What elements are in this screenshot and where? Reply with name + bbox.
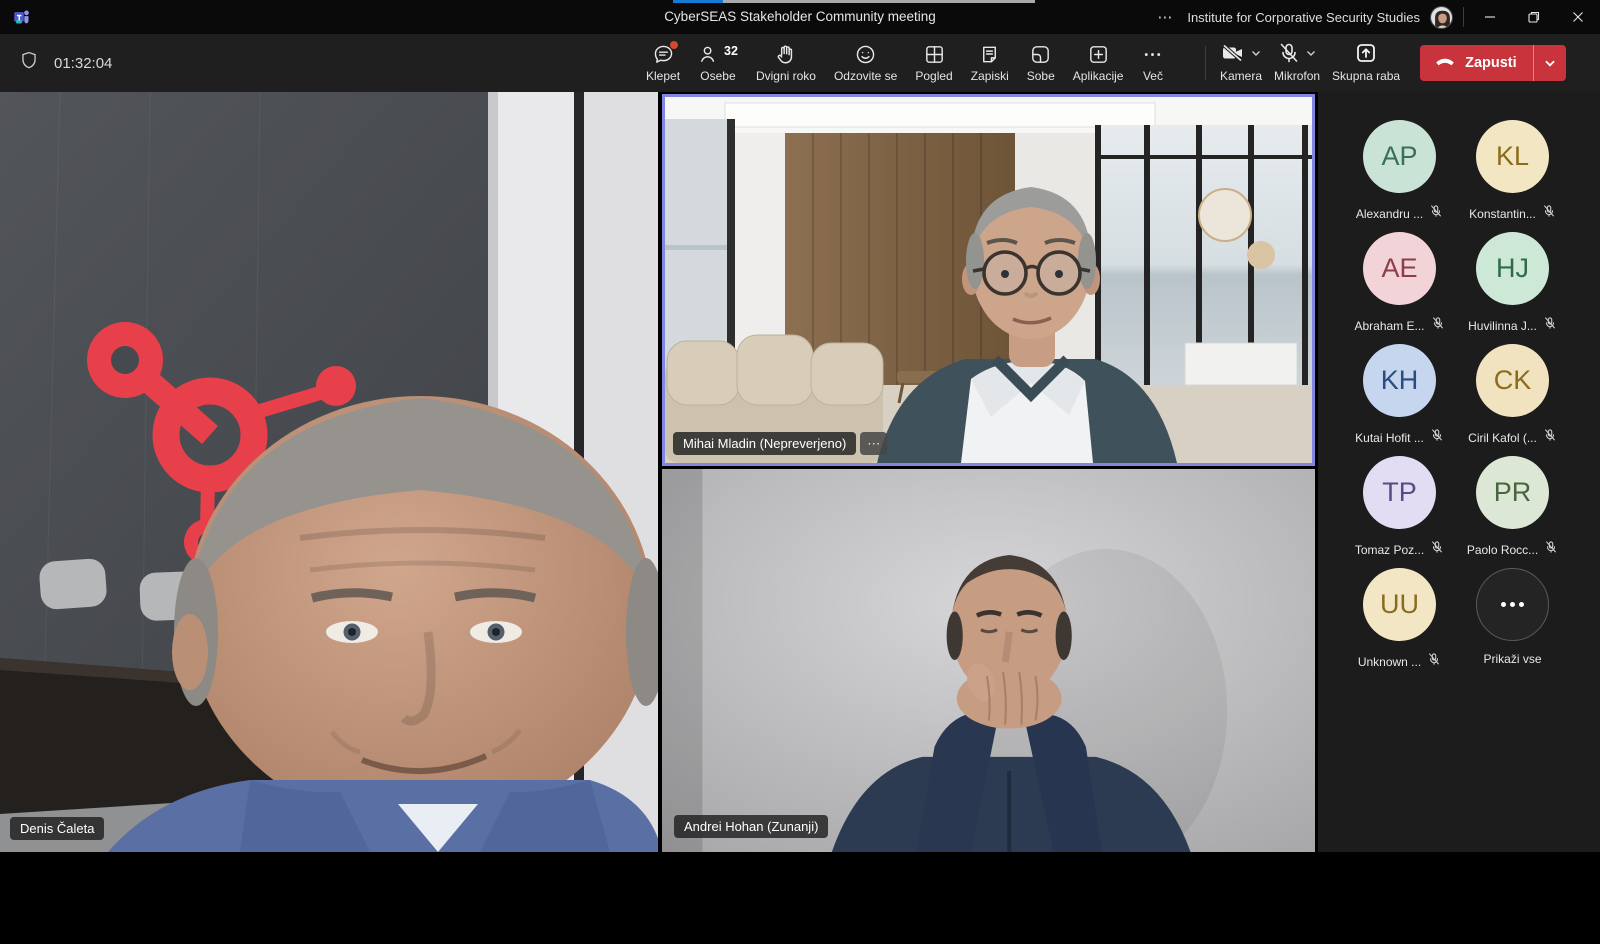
mic-muted-icon: [1430, 428, 1444, 447]
mihai-more-options[interactable]: ⋯: [860, 432, 887, 455]
react-button[interactable]: Odzovite se: [825, 34, 906, 92]
avatar[interactable]: TP: [1363, 456, 1436, 529]
apps-button[interactable]: Aplikacije: [1064, 34, 1133, 92]
people-count: 32: [724, 44, 738, 58]
participant-alexandru[interactable]: AP Alexandru ...: [1343, 120, 1456, 232]
mic-muted-icon: [1544, 540, 1558, 559]
video-tile-mihai[interactable]: Mihai Mladin (Nepreverjeno) ⋯: [662, 94, 1315, 466]
show-all-label: Prikaži vse: [1483, 652, 1541, 666]
avatar[interactable]: UU: [1363, 568, 1436, 641]
titlebar-separator: [1463, 7, 1464, 27]
participant-ciril[interactable]: CK Ciril Kafol (...: [1456, 344, 1569, 456]
participants-sidebar: AP Alexandru ... KL Konstantin... AE Abr…: [1318, 92, 1600, 852]
avatar[interactable]: AP: [1363, 120, 1436, 193]
people-button[interactable]: 32 Osebe: [689, 34, 747, 92]
apps-icon: [1087, 43, 1110, 67]
show-all-participants[interactable]: Prikaži vse: [1456, 568, 1569, 680]
titlebar-overflow-icon[interactable]: ⋯: [1143, 8, 1187, 26]
avatar[interactable]: HJ: [1476, 232, 1549, 305]
participant-name: Abraham E...: [1354, 319, 1424, 333]
avatar[interactable]: CK: [1476, 344, 1549, 417]
microphone-button[interactable]: Mikrofon: [1268, 43, 1326, 83]
toolbar-separator: [1205, 46, 1206, 80]
participant-name: Tomaz Poz...: [1355, 543, 1424, 557]
top-progress-bar-blue: [673, 0, 723, 3]
participant-konstantin[interactable]: KL Konstantin...: [1456, 120, 1569, 232]
share-button[interactable]: Skupna raba: [1326, 43, 1406, 83]
mic-muted-icon: [1431, 316, 1445, 335]
top-progress-bar-gray: [723, 0, 1035, 3]
chat-icon: [652, 43, 675, 67]
participant-unknown[interactable]: UU Unknown ...: [1343, 568, 1456, 680]
react-icon: [854, 43, 877, 67]
participant-name: Alexandru ...: [1356, 207, 1423, 221]
video-tile-denis[interactable]: Denis Čaleta: [0, 92, 658, 852]
avatar[interactable]: KH: [1363, 344, 1436, 417]
participant-kutai[interactable]: KH Kutai Hofit ...: [1343, 344, 1456, 456]
mic-muted-icon: [1430, 540, 1444, 559]
video-tile-andrei[interactable]: Andrei Hohan (Zunanji): [662, 469, 1315, 852]
camera-button[interactable]: Kamera: [1214, 43, 1268, 83]
participant-name: Ciril Kafol (...: [1468, 431, 1537, 445]
andrei-video-feed: [662, 469, 1315, 852]
raise-hand-icon: [774, 43, 797, 67]
account-name[interactable]: Institute for Corporative Security Studi…: [1187, 10, 1420, 25]
mic-muted-icon: [1429, 204, 1443, 223]
chat-badge: [670, 41, 678, 49]
microphone-chevron-icon[interactable]: [1305, 46, 1317, 64]
notes-button[interactable]: Zapiski: [962, 34, 1018, 92]
share-icon: [1354, 41, 1378, 70]
overflow-dots-icon[interactable]: [1476, 568, 1549, 641]
people-icon: [698, 43, 721, 71]
name-label-andrei: Andrei Hohan (Zunanji): [674, 815, 828, 838]
notes-icon: [978, 43, 1001, 67]
minimize-button[interactable]: [1468, 0, 1512, 34]
leave-button[interactable]: Zapusti: [1420, 45, 1566, 81]
mic-off-icon: [1277, 41, 1301, 70]
leave-chevron-icon[interactable]: [1534, 45, 1566, 81]
close-button[interactable]: [1556, 0, 1600, 34]
mihai-video-feed: [665, 97, 1312, 463]
meeting-toolbar: 01:32:04 Klepet 32 Osebe: [0, 34, 1600, 92]
rooms-button[interactable]: Sobe: [1018, 34, 1064, 92]
avatar[interactable]: AE: [1363, 232, 1436, 305]
camera-chevron-icon[interactable]: [1250, 46, 1262, 64]
mic-muted-icon: [1543, 316, 1557, 335]
denis-video-feed: [0, 92, 658, 852]
name-label-denis: Denis Čaleta: [10, 817, 104, 840]
camera-off-icon: [1220, 41, 1246, 70]
mic-muted-icon: [1542, 204, 1556, 223]
participant-name: Kutai Hofit ...: [1355, 431, 1424, 445]
account-avatar[interactable]: [1430, 6, 1453, 29]
avatar[interactable]: KL: [1476, 120, 1549, 193]
participant-name: Huvilinna J...: [1468, 319, 1537, 333]
shield-icon[interactable]: [18, 50, 40, 77]
participant-name: Paolo Rocc...: [1467, 543, 1538, 557]
titlebar: CyberSEAS Stakeholder Community meeting …: [0, 0, 1600, 34]
chat-button[interactable]: Klepet: [637, 34, 689, 92]
raise-hand-button[interactable]: Dvigni roko: [747, 34, 825, 92]
view-button[interactable]: Pogled: [906, 34, 961, 92]
participant-tomaz[interactable]: TP Tomaz Poz...: [1343, 456, 1456, 568]
participant-name: Konstantin...: [1469, 207, 1536, 221]
participant-paolo[interactable]: PR Paolo Rocc...: [1456, 456, 1569, 568]
video-stage: Denis Čaleta: [0, 92, 1318, 852]
mic-muted-icon: [1543, 428, 1557, 447]
avatar[interactable]: PR: [1476, 456, 1549, 529]
more-button[interactable]: Več: [1132, 34, 1173, 92]
restore-button[interactable]: [1512, 0, 1556, 34]
participant-abraham[interactable]: AE Abraham E...: [1343, 232, 1456, 344]
meeting-timer: 01:32:04: [54, 55, 112, 72]
rooms-icon: [1029, 43, 1052, 67]
view-icon: [923, 43, 946, 67]
more-icon: [1141, 43, 1164, 67]
hangup-icon: [1434, 50, 1456, 77]
participant-huvilinna[interactable]: HJ Huvilinna J...: [1456, 232, 1569, 344]
participant-name: Unknown ...: [1358, 655, 1421, 669]
name-label-mihai: Mihai Mladin (Nepreverjeno): [673, 432, 856, 455]
mic-muted-icon: [1427, 652, 1441, 671]
